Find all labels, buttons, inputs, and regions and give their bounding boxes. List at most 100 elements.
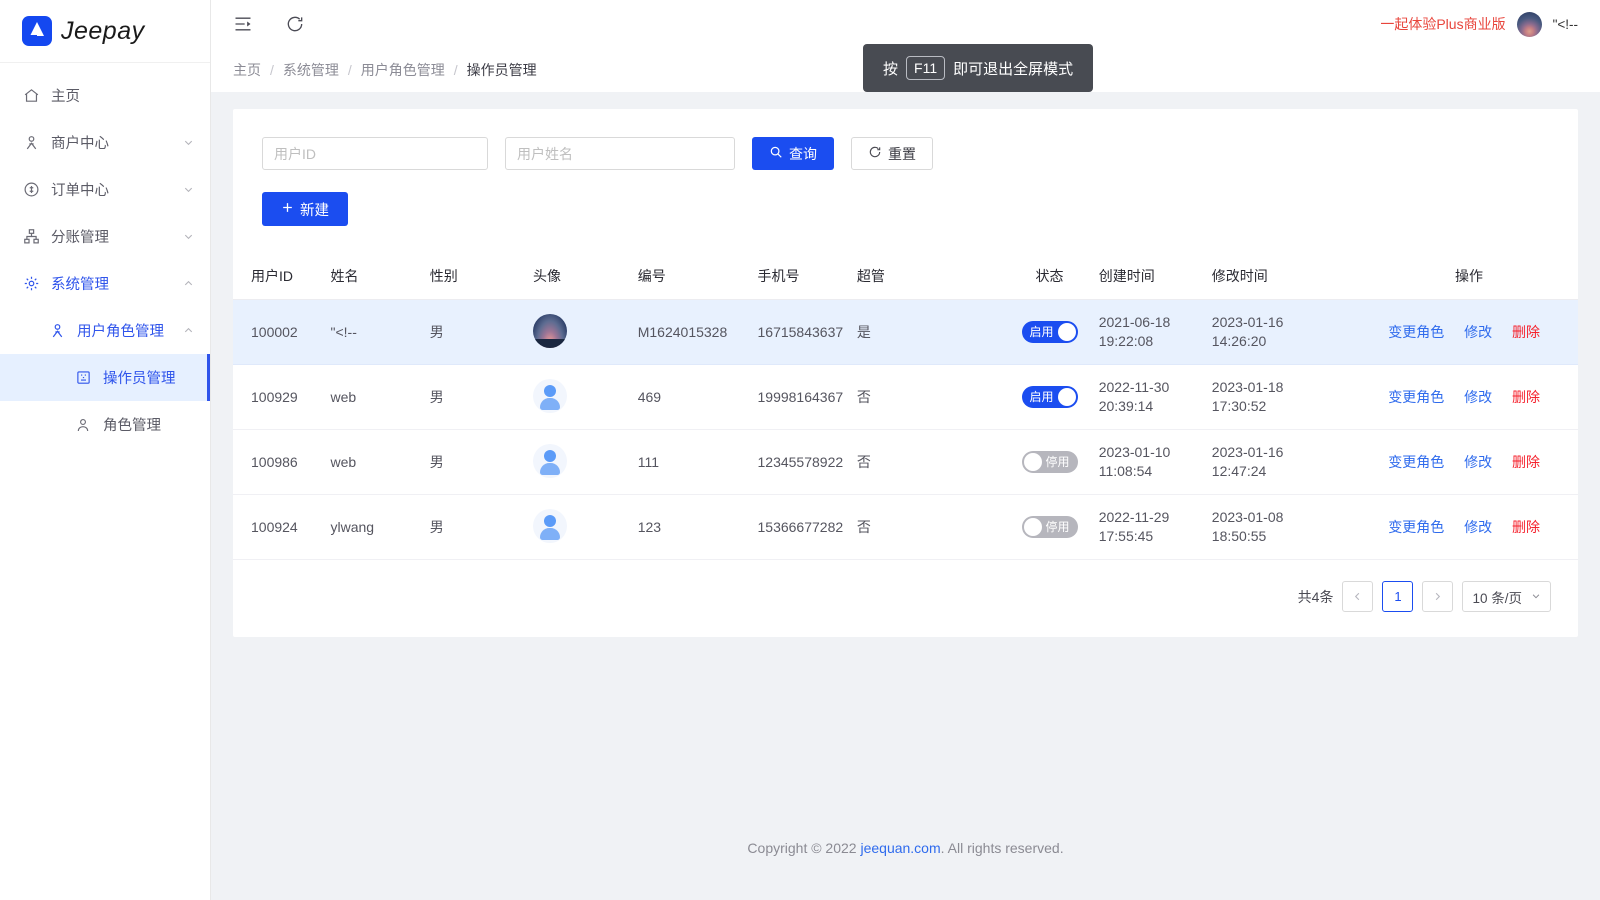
status-toggle[interactable]: 启用 bbox=[1022, 386, 1078, 408]
cell-number: 469 bbox=[638, 365, 758, 430]
footer-link[interactable]: jeequan.com bbox=[860, 840, 940, 856]
user-avatar[interactable] bbox=[1517, 12, 1542, 37]
default-avatar[interactable] bbox=[533, 379, 567, 413]
app-root: Jeepay 主页 商户中心 bbox=[0, 0, 1600, 900]
sidebar-item-user-role[interactable]: 用户角色管理 bbox=[0, 307, 210, 354]
table-row[interactable]: 100986 web 男 111 12345578922 否 停用 bbox=[233, 430, 1578, 495]
home-icon bbox=[22, 87, 40, 105]
top-bar: 一起体验Plus商业版 "<!-- bbox=[211, 0, 1600, 48]
change-role-link[interactable]: 变更角色 bbox=[1388, 389, 1444, 405]
table-row[interactable]: 100929 web 男 469 19998164367 否 启用 bbox=[233, 365, 1578, 430]
change-role-link[interactable]: 变更角色 bbox=[1388, 324, 1444, 340]
col-avatar: 头像 bbox=[533, 253, 638, 300]
chevron-down-icon[interactable] bbox=[182, 184, 194, 196]
cell-user-id: 100002 bbox=[233, 300, 331, 365]
sidebar-item-split[interactable]: 分账管理 bbox=[0, 213, 210, 260]
breadcrumb-item-system[interactable]: 系统管理 bbox=[283, 60, 339, 80]
sidebar-item-role[interactable]: 角色管理 bbox=[0, 401, 210, 448]
cell-number: 123 bbox=[638, 495, 758, 560]
edit-link[interactable]: 修改 bbox=[1464, 389, 1492, 405]
chevron-down-icon[interactable] bbox=[182, 137, 194, 149]
sidebar-item-label: 操作员管理 bbox=[103, 367, 194, 388]
jeepay-logo-icon bbox=[22, 16, 52, 46]
chevron-down-icon[interactable] bbox=[182, 231, 194, 243]
menu-fold-icon[interactable] bbox=[231, 12, 255, 36]
col-modify-time: 修改时间 bbox=[1212, 253, 1372, 300]
cell-name: web bbox=[331, 430, 430, 495]
col-operation: 操作 bbox=[1372, 253, 1578, 300]
delete-link[interactable]: 删除 bbox=[1512, 519, 1540, 535]
table-row[interactable]: 100002 "<!-- 男 M1624015328 16715843637 是 bbox=[233, 300, 1578, 365]
chevron-right-icon[interactable] bbox=[1422, 581, 1453, 612]
cell-operations: 变更角色 修改 删除 bbox=[1372, 365, 1578, 430]
delete-link[interactable]: 删除 bbox=[1512, 389, 1540, 405]
cell-super: 否 bbox=[857, 495, 1008, 560]
cell-name: "<!-- bbox=[331, 300, 430, 365]
sidebar-item-merchant[interactable]: 商户中心 bbox=[0, 119, 210, 166]
photo-avatar[interactable] bbox=[533, 314, 567, 348]
page-size-label: 10 条/页 bbox=[1472, 587, 1522, 607]
chevron-up-icon[interactable] bbox=[182, 325, 194, 337]
sidebar-item-order[interactable]: 订单中心 bbox=[0, 166, 210, 213]
toggle-knob bbox=[1024, 518, 1042, 536]
edit-link[interactable]: 修改 bbox=[1464, 324, 1492, 340]
cell-operations: 变更角色 修改 删除 bbox=[1372, 495, 1578, 560]
status-toggle[interactable]: 停用 bbox=[1022, 451, 1078, 473]
cell-sex: 男 bbox=[430, 430, 533, 495]
pagination-total: 共4条 bbox=[1298, 587, 1334, 607]
cell-user-id: 100924 bbox=[233, 495, 331, 560]
page-size-select[interactable]: 10 条/页 bbox=[1462, 581, 1551, 612]
add-operator-button[interactable]: 新建 bbox=[262, 192, 348, 226]
edit-link[interactable]: 修改 bbox=[1464, 519, 1492, 535]
create-date: 2021-06-18 bbox=[1099, 313, 1204, 332]
status-toggle[interactable]: 启用 bbox=[1022, 321, 1078, 343]
cell-phone: 19998164367 bbox=[758, 365, 857, 430]
refresh-icon[interactable] bbox=[283, 12, 307, 36]
footer: Copyright © 2022 jeequan.com. All rights… bbox=[211, 840, 1600, 900]
cell-avatar bbox=[533, 430, 638, 495]
create-time: 17:55:45 bbox=[1099, 527, 1204, 546]
pagination: 共4条 1 10 条/页 bbox=[233, 560, 1578, 637]
reset-button-label: 重置 bbox=[888, 144, 916, 164]
sidebar-item-label: 分账管理 bbox=[51, 226, 182, 247]
breadcrumb-separator: / bbox=[270, 62, 274, 78]
table-row[interactable]: 100924 ylwang 男 123 15366677282 否 bbox=[233, 495, 1578, 560]
default-avatar[interactable] bbox=[533, 509, 567, 543]
change-role-link[interactable]: 变更角色 bbox=[1388, 519, 1444, 535]
copyright-suffix: . All rights reserved. bbox=[941, 840, 1064, 856]
plus-promo-link[interactable]: 一起体验Plus商业版 bbox=[1380, 14, 1505, 34]
breadcrumb-item-user-role[interactable]: 用户角色管理 bbox=[361, 60, 445, 80]
sidebar-item-operator[interactable]: 操作员管理 bbox=[0, 354, 210, 401]
sidebar-item-system[interactable]: 系统管理 bbox=[0, 260, 210, 307]
breadcrumb-item-home[interactable]: 主页 bbox=[233, 60, 261, 80]
topbar-right-group: 一起体验Plus商业版 "<!-- bbox=[1380, 12, 1578, 37]
sidebar: Jeepay 主页 商户中心 bbox=[0, 0, 211, 900]
pagination-page-1[interactable]: 1 bbox=[1382, 581, 1413, 612]
modify-date: 2023-01-16 bbox=[1212, 443, 1364, 462]
cell-avatar bbox=[533, 495, 638, 560]
username-input[interactable] bbox=[505, 137, 735, 170]
default-avatar[interactable] bbox=[533, 444, 567, 478]
cell-create-time: 2023-01-10 11:08:54 bbox=[1099, 430, 1212, 495]
role-icon bbox=[74, 416, 92, 434]
search-input[interactable] bbox=[262, 137, 488, 170]
status-toggle[interactable]: 停用 bbox=[1022, 516, 1078, 538]
chevron-up-icon[interactable] bbox=[182, 278, 194, 290]
copyright-prefix: Copyright © 2022 bbox=[747, 840, 860, 856]
sidebar-item-home[interactable]: 主页 bbox=[0, 72, 210, 119]
delete-link[interactable]: 删除 bbox=[1512, 454, 1540, 470]
chevron-left-icon[interactable] bbox=[1342, 581, 1373, 612]
edit-link[interactable]: 修改 bbox=[1464, 454, 1492, 470]
brand-logo[interactable]: Jeepay bbox=[0, 0, 210, 63]
query-button[interactable]: 查询 bbox=[752, 137, 834, 170]
user-name-label[interactable]: "<!-- bbox=[1553, 17, 1578, 32]
change-role-link[interactable]: 变更角色 bbox=[1388, 454, 1444, 470]
sidebar-menu: 主页 商户中心 订单中心 bbox=[0, 63, 210, 900]
cell-sex: 男 bbox=[430, 495, 533, 560]
cell-super: 否 bbox=[857, 430, 1008, 495]
modify-time: 14:26:20 bbox=[1212, 332, 1364, 351]
modify-time: 12:47:24 bbox=[1212, 462, 1364, 481]
cell-create-time: 2021-06-18 19:22:08 bbox=[1099, 300, 1212, 365]
reset-button[interactable]: 重置 bbox=[851, 137, 933, 170]
delete-link[interactable]: 删除 bbox=[1512, 324, 1540, 340]
